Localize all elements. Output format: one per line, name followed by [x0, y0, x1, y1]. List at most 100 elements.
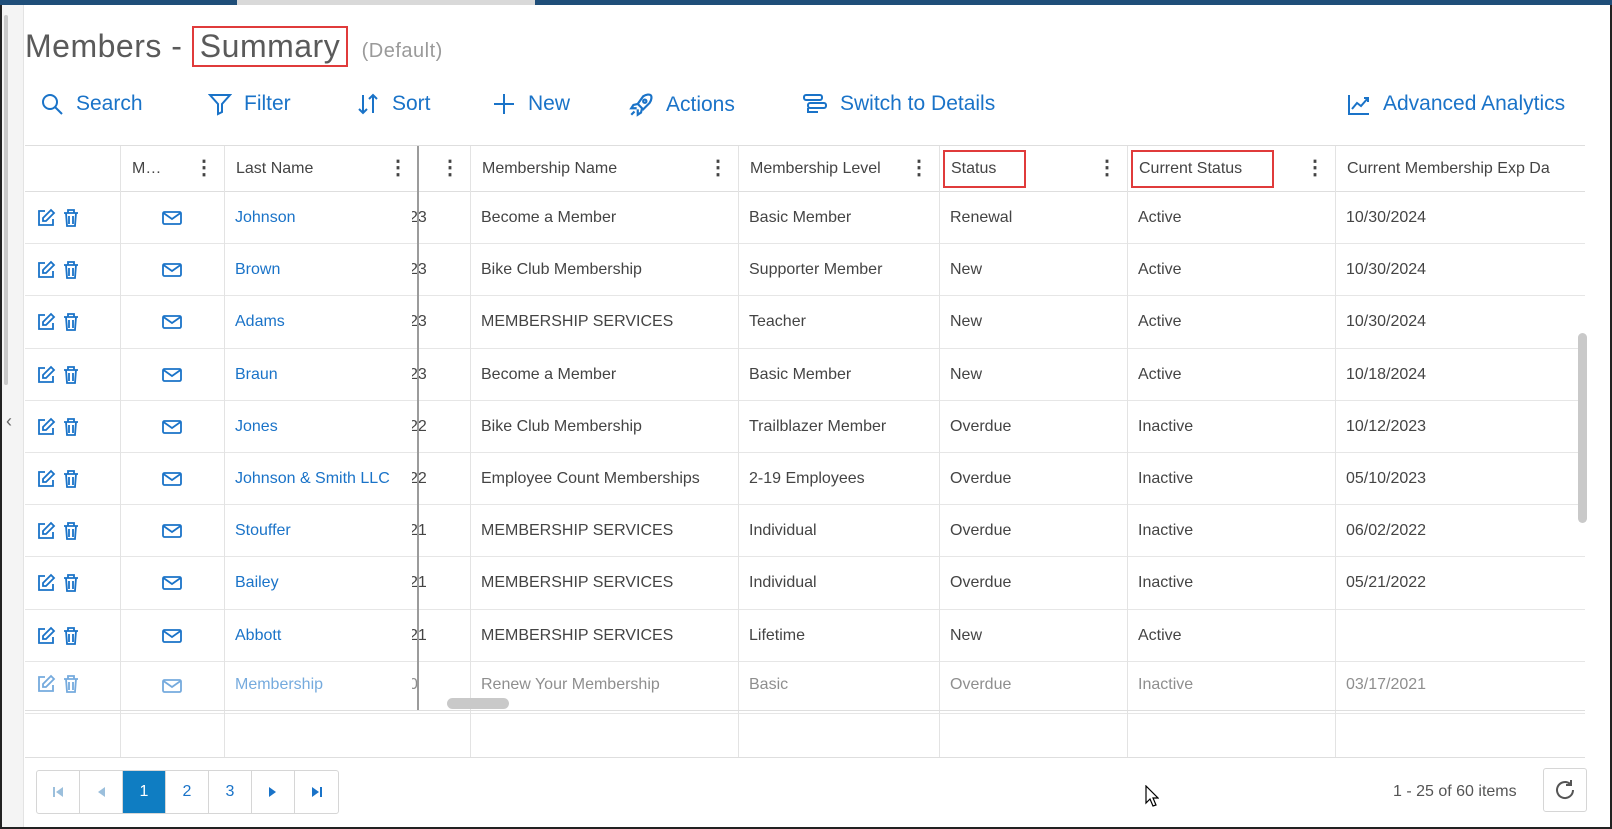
trash-icon[interactable] — [62, 626, 80, 646]
column-header-mail[interactable]: M… ⋮ — [120, 146, 224, 192]
kebab-icon[interactable]: ⋮ — [440, 158, 460, 178]
chevron-left-icon[interactable]: ‹ — [6, 411, 12, 432]
mail-icon[interactable] — [162, 678, 182, 694]
first-page-button[interactable] — [37, 771, 80, 813]
membership-name-cell: Become a Member — [481, 365, 617, 383]
column-header-membership-name[interactable]: Membership Name ⋮ — [470, 146, 738, 192]
row-mail — [120, 610, 224, 662]
edit-icon[interactable] — [36, 417, 56, 437]
kebab-icon[interactable]: ⋮ — [708, 158, 728, 178]
table-row: Abbott21 MEMBERSHIP SERVICES Lifetime New Ac… — [25, 610, 1585, 662]
row-actions — [25, 610, 120, 662]
last-name-link[interactable]: Johnson & Smith LLC — [224, 453, 418, 505]
kebab-icon[interactable]: ⋮ — [1305, 158, 1325, 178]
analytics-icon — [1348, 95, 1369, 115]
trash-icon[interactable] — [62, 674, 80, 694]
actions-button[interactable]: Actions — [628, 92, 735, 118]
membership-name-cell: Bike Club Membership — [481, 417, 642, 435]
status-cell: Overdue — [950, 470, 1012, 488]
last-name-link[interactable]: Braun — [224, 349, 418, 401]
mail-icon[interactable] — [162, 367, 182, 383]
kebab-icon[interactable]: ⋮ — [1097, 158, 1117, 178]
edit-icon[interactable] — [36, 469, 56, 489]
sort-icon — [358, 93, 378, 115]
status-cell: Overdue — [950, 574, 1012, 592]
last-name-link[interactable]: Johnson — [224, 192, 418, 244]
title-variant[interactable]: (Default) — [362, 40, 443, 62]
edit-icon[interactable] — [36, 365, 56, 385]
edit-icon[interactable] — [36, 521, 56, 541]
mail-icon[interactable] — [162, 210, 182, 226]
page-button-1[interactable]: 1 — [123, 771, 166, 813]
refresh-button[interactable] — [1543, 768, 1587, 812]
column-header-current-status[interactable]: Current Status ⋮ — [1127, 146, 1335, 192]
search-button[interactable]: Search — [40, 92, 143, 116]
last-name-link[interactable]: Jones — [224, 401, 418, 453]
status-cell: New — [950, 626, 983, 644]
membership-level-cell: Individual — [749, 522, 817, 540]
next-page-button[interactable] — [252, 771, 295, 813]
trash-icon[interactable] — [62, 208, 80, 228]
kebab-icon[interactable]: ⋮ — [194, 158, 214, 178]
trash-icon[interactable] — [62, 365, 80, 385]
new-button[interactable]: New — [492, 92, 570, 116]
page-button-2[interactable]: 2 — [166, 771, 209, 813]
membership-name-cell: MEMBERSHIP SERVICES — [481, 522, 674, 540]
edit-icon[interactable] — [36, 208, 56, 228]
kebab-icon[interactable]: ⋮ — [909, 158, 929, 178]
last-name-link[interactable]: Membership — [224, 662, 418, 694]
last-name-link[interactable]: Abbott — [224, 610, 418, 662]
trash-icon[interactable] — [62, 469, 80, 489]
frozen-column-divider[interactable] — [417, 146, 419, 711]
mail-icon[interactable] — [162, 262, 182, 278]
filter-button[interactable]: Filter — [208, 92, 291, 116]
rail-scrollbar[interactable] — [4, 15, 8, 385]
edit-icon[interactable] — [36, 312, 56, 332]
mail-icon[interactable] — [162, 314, 182, 330]
trash-icon[interactable] — [62, 260, 80, 280]
mail-icon[interactable] — [162, 419, 182, 435]
trash-icon[interactable] — [62, 573, 80, 593]
page-title: Members - Summary (Default) — [25, 26, 443, 67]
last-name-link[interactable]: Brown — [224, 244, 418, 296]
column-header-status[interactable]: Status ⋮ — [939, 146, 1127, 192]
exp-date-cell: 10/12/2023 — [1346, 417, 1427, 435]
membership-name-cell: Bike Club Membership — [481, 261, 642, 279]
status-cell: Overdue — [950, 417, 1012, 435]
trash-icon[interactable] — [62, 521, 80, 541]
edit-icon[interactable] — [36, 674, 56, 694]
status-cell: New — [950, 261, 983, 279]
column-title-current-status: Current Status — [1131, 150, 1275, 188]
column-header-membership-level[interactable]: Membership Level ⋮ — [738, 146, 939, 192]
trash-icon[interactable] — [62, 417, 80, 437]
page-button-3[interactable]: 3 — [209, 771, 252, 813]
advanced-analytics-button[interactable]: Advanced Analytics — [1347, 92, 1565, 116]
mail-icon[interactable] — [162, 575, 182, 591]
kebab-icon[interactable]: ⋮ — [388, 158, 408, 178]
edit-icon[interactable] — [36, 573, 56, 593]
column-header-last-name[interactable]: Last Name ⋮ — [224, 146, 418, 192]
status-cell: New — [950, 313, 983, 331]
sort-button[interactable]: Sort — [356, 92, 431, 116]
horizontal-scrollbar[interactable] — [447, 698, 509, 709]
mail-icon[interactable] — [162, 628, 182, 644]
mail-icon[interactable] — [162, 523, 182, 539]
membership-level-cell: Teacher — [749, 313, 806, 331]
table-row: Braun23 Become a Member Basic Member New Act… — [25, 349, 1585, 401]
mail-icon[interactable] — [162, 471, 182, 487]
table-row: Johnson & Smith LLC22 Employee Count Memb… — [25, 453, 1585, 506]
last-page-button[interactable] — [295, 771, 338, 813]
prev-page-button[interactable] — [80, 771, 123, 813]
last-name-link[interactable]: Adams — [224, 296, 418, 348]
last-name-link[interactable]: Bailey — [224, 557, 418, 609]
edit-icon[interactable] — [36, 626, 56, 646]
edit-icon[interactable] — [36, 260, 56, 280]
trash-icon[interactable] — [62, 312, 80, 332]
column-header-join-date[interactable]: ⋮ — [418, 146, 470, 192]
vertical-scrollbar[interactable] — [1578, 333, 1587, 523]
left-rail: ‹ — [2, 5, 24, 827]
last-name-link[interactable]: Stouffer — [224, 505, 418, 557]
plus-icon — [494, 94, 514, 114]
column-header-exp-date[interactable]: Current Membership Exp Da — [1335, 146, 1585, 192]
switch-to-details-button[interactable]: Switch to Details — [802, 92, 995, 116]
